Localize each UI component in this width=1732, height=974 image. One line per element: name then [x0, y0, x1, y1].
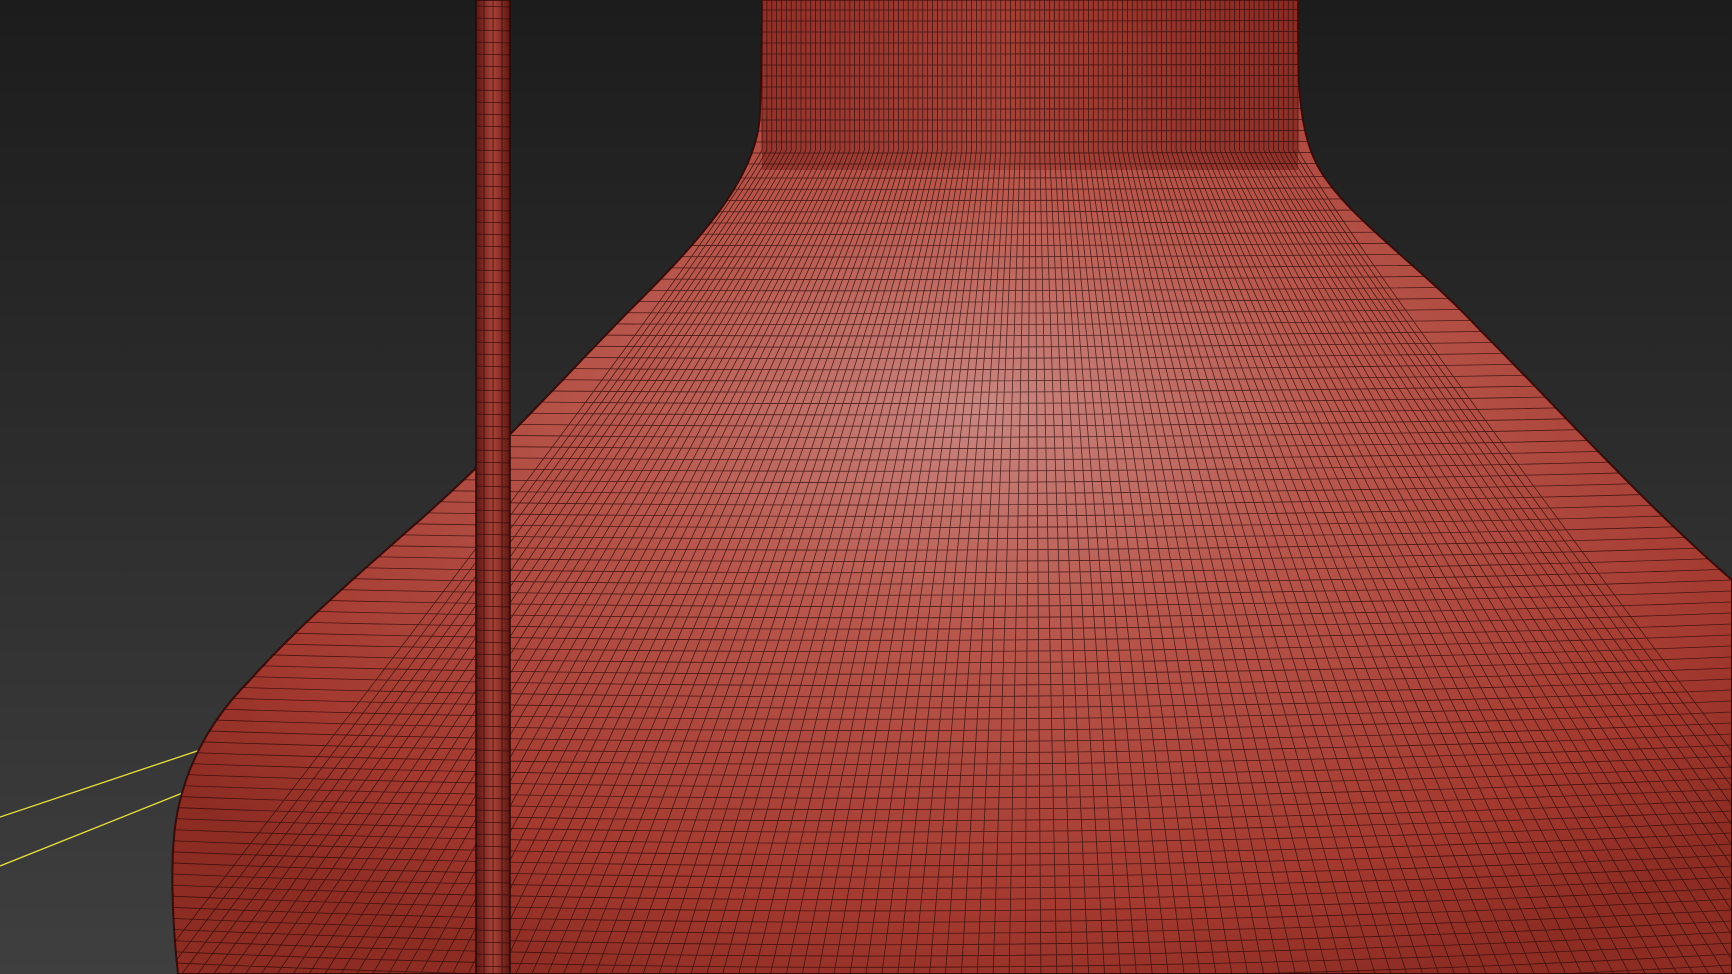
3d-viewport[interactable]: [0, 0, 1732, 974]
viewport-canvas[interactable]: [0, 0, 1732, 974]
rod-mesh-object[interactable]: [475, 0, 511, 974]
